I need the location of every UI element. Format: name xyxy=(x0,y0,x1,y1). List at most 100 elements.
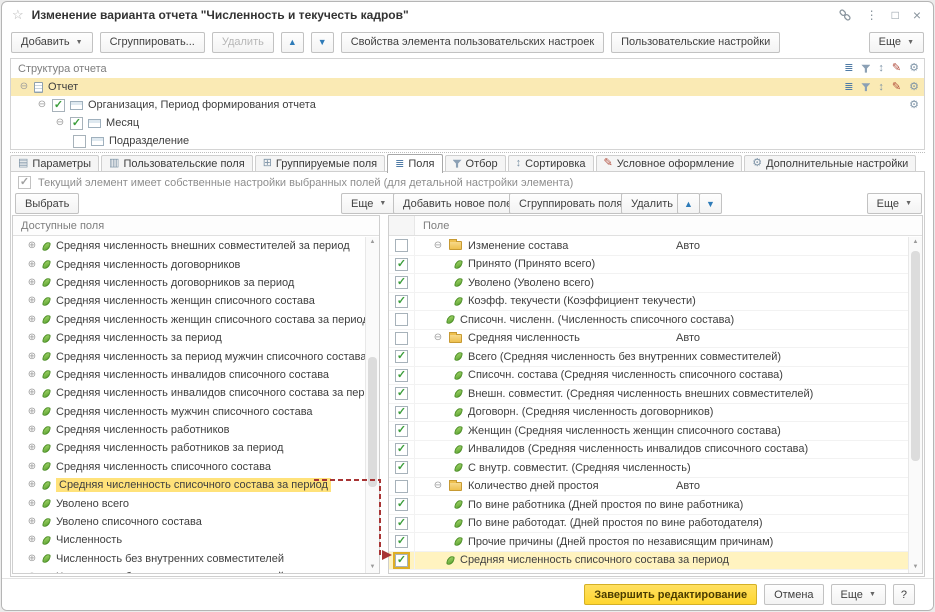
move-down-button[interactable]: ▼ xyxy=(311,32,334,53)
selected-fields-more-button[interactable]: Еще▼ xyxy=(867,193,922,214)
tab-grouped-fields[interactable]: ⊞Группируемые поля xyxy=(255,155,385,171)
favorite-star-icon[interactable]: ☆ xyxy=(12,7,24,23)
available-field-row[interactable]: ⊕Средняя численность работников за перио… xyxy=(13,439,365,457)
tab-sort[interactable]: ↕Сортировка xyxy=(508,155,594,171)
row-checkbox[interactable]: ✓ xyxy=(395,387,408,400)
expander-icon[interactable]: ⊕ xyxy=(27,572,37,573)
row-checkbox[interactable]: ✓ xyxy=(395,406,408,419)
link-icon[interactable] xyxy=(838,8,852,22)
row-checkbox[interactable] xyxy=(395,480,408,493)
field-move-down-button[interactable]: ▼ xyxy=(699,193,722,214)
scroll-down-icon[interactable]: ▼ xyxy=(366,562,379,573)
add-new-field-button[interactable]: Добавить новое поле xyxy=(393,193,522,214)
horizontal-splitter[interactable] xyxy=(10,152,925,153)
selected-field-row[interactable]: ✓С внутр. совместит. (Средняя численност… xyxy=(389,459,908,478)
selected-field-row[interactable]: ⊖Средняя численностьАвто xyxy=(389,330,908,349)
tab-filter[interactable]: Отбор xyxy=(445,155,506,171)
fields-icon[interactable]: ≣ xyxy=(844,63,853,74)
available-field-row[interactable]: ⊕Средняя численность женщин списочного с… xyxy=(13,311,365,329)
expander-icon[interactable]: ⊕ xyxy=(27,535,37,545)
expander-icon[interactable]: ⊕ xyxy=(27,315,37,325)
maximize-icon[interactable]: □ xyxy=(892,9,899,21)
scroll-up-icon[interactable]: ▲ xyxy=(909,237,922,248)
expander-icon[interactable]: ⊖ xyxy=(37,100,47,110)
expander-icon[interactable]: ⊕ xyxy=(27,499,37,509)
row-checkbox[interactable] xyxy=(395,313,408,326)
row-checkbox[interactable]: ✓ xyxy=(52,99,65,112)
selected-field-row[interactable]: ✓По вине работодат. (Дней простоя по вин… xyxy=(389,515,908,534)
available-field-row[interactable]: ⊕Численность без внутренних совместителе… xyxy=(13,550,365,568)
tab-parameters[interactable]: ▤Параметры xyxy=(10,155,99,171)
expander-icon[interactable]: ⊕ xyxy=(27,241,37,251)
user-settings-button[interactable]: Пользовательские настройки xyxy=(611,32,780,53)
field-move-up-button[interactable]: ▲ xyxy=(677,193,700,214)
selected-field-row[interactable]: ✓Прочие причины (Дней простоя по независ… xyxy=(389,533,908,552)
expander-icon[interactable]: ⊕ xyxy=(27,296,37,306)
kebab-menu-icon[interactable]: ⋮ xyxy=(866,9,878,21)
available-fields-more-button[interactable]: Еще▼ xyxy=(341,193,396,214)
row-checkbox[interactable]: ✓ xyxy=(70,117,83,130)
expander-icon[interactable]: ⊖ xyxy=(433,333,443,343)
toolbar-more-button[interactable]: Еще▼ xyxy=(869,32,924,53)
conditional-appearance-icon[interactable]: ✎ xyxy=(892,63,901,74)
expander-icon[interactable]: ⊕ xyxy=(27,352,37,362)
row-checkbox[interactable]: ✓ xyxy=(395,258,408,271)
selected-field-row[interactable]: ⊖Изменение составаАвто xyxy=(389,237,908,256)
expander-icon[interactable]: ⊕ xyxy=(27,388,37,398)
close-icon[interactable]: × xyxy=(913,8,921,22)
available-field-row[interactable]: ⊕Средняя численность внешних совместител… xyxy=(13,237,365,255)
available-field-row[interactable]: ⊕Средняя численность мужчин списочного с… xyxy=(13,403,365,421)
expander-icon[interactable]: ⊖ xyxy=(433,481,443,491)
expander-icon[interactable]: ⊕ xyxy=(27,370,37,380)
selected-field-row[interactable]: ✓Внешн. совместит. (Средняя численность … xyxy=(389,385,908,404)
row-checkbox[interactable]: ✓ xyxy=(395,295,408,308)
expander-icon[interactable]: ⊕ xyxy=(27,554,37,564)
available-field-row[interactable]: ⊕Средняя численность инвалидов списочног… xyxy=(13,366,365,384)
selected-field-row[interactable]: ✓Средняя численность списочного состава … xyxy=(389,552,908,571)
select-button[interactable]: Выбрать xyxy=(15,193,79,214)
selected-field-row[interactable]: ✓Принято (Принято всего) xyxy=(389,256,908,275)
row-checkbox[interactable] xyxy=(395,239,408,252)
available-field-row[interactable]: ⊕Средняя численность списочного состава xyxy=(13,458,365,476)
available-fields-scrollbar[interactable]: ▲ ▼ xyxy=(365,237,379,573)
tab-user-fields[interactable]: ▥Пользовательские поля xyxy=(101,155,253,171)
structure-row[interactable]: ⊖✓Месяц xyxy=(11,114,924,132)
additional-settings-icon[interactable]: ⚙ xyxy=(909,63,919,74)
row-checkbox[interactable]: ✓ xyxy=(395,424,408,437)
finish-editing-button[interactable]: Завершить редактирование xyxy=(584,584,757,605)
expander-icon[interactable]: ⊕ xyxy=(27,443,37,453)
selected-field-row[interactable]: ✓Уволено (Уволено всего) xyxy=(389,274,908,293)
row-checkbox[interactable]: ✓ xyxy=(395,461,408,474)
scroll-up-icon[interactable]: ▲ xyxy=(366,237,379,248)
expander-icon[interactable]: ⊕ xyxy=(27,480,37,490)
available-field-row[interactable]: ⊕Численность xyxy=(13,531,365,549)
row-checkbox[interactable]: ✓ xyxy=(395,350,408,363)
selected-field-row[interactable]: Списочн. численн. (Численность списочног… xyxy=(389,311,908,330)
move-up-button[interactable]: ▲ xyxy=(281,32,304,53)
available-field-row[interactable]: ⊕Средняя численность за период xyxy=(13,329,365,347)
expander-icon[interactable]: ⊕ xyxy=(27,278,37,288)
selected-fields-scrollbar[interactable]: ▲ ▼ xyxy=(908,237,922,573)
row-checkbox[interactable]: ✓ xyxy=(395,443,408,456)
group-button[interactable]: Сгруппировать... xyxy=(100,32,205,53)
expander-icon[interactable]: ⊕ xyxy=(27,425,37,435)
delete-button[interactable]: Удалить xyxy=(212,32,274,53)
structure-row[interactable]: Подразделение xyxy=(11,132,924,150)
sort-icon[interactable]: ↕ xyxy=(878,63,884,74)
structure-row[interactable]: ⊖Отчет≣↕✎⚙ xyxy=(11,78,924,96)
help-button[interactable]: ? xyxy=(893,584,915,605)
filter-icon[interactable] xyxy=(861,64,870,73)
available-field-row[interactable]: ⊕Средняя численность договорников за пер… xyxy=(13,274,365,292)
selected-field-row[interactable]: ✓По вине работника (Дней простоя по вине… xyxy=(389,496,908,515)
selected-field-row[interactable]: ✓Договорн. (Средняя численность договорн… xyxy=(389,404,908,423)
available-field-row[interactable]: ⊕Уволено всего xyxy=(13,494,365,512)
conditional-appearance-icon[interactable]: ✎ xyxy=(892,82,901,93)
row-checkbox[interactable]: ✓ xyxy=(395,517,408,530)
group-fields-button[interactable]: Сгруппировать поля xyxy=(509,193,632,214)
expander-icon[interactable]: ⊕ xyxy=(27,462,37,472)
cancel-button[interactable]: Отмена xyxy=(764,584,823,605)
selected-field-row[interactable]: ✓Коэфф. текучести (Коэффициент текучести… xyxy=(389,293,908,312)
add-button[interactable]: Добавить▼ xyxy=(11,32,93,53)
expander-icon[interactable]: ⊖ xyxy=(55,118,65,128)
row-checkbox[interactable]: ✓ xyxy=(395,276,408,289)
